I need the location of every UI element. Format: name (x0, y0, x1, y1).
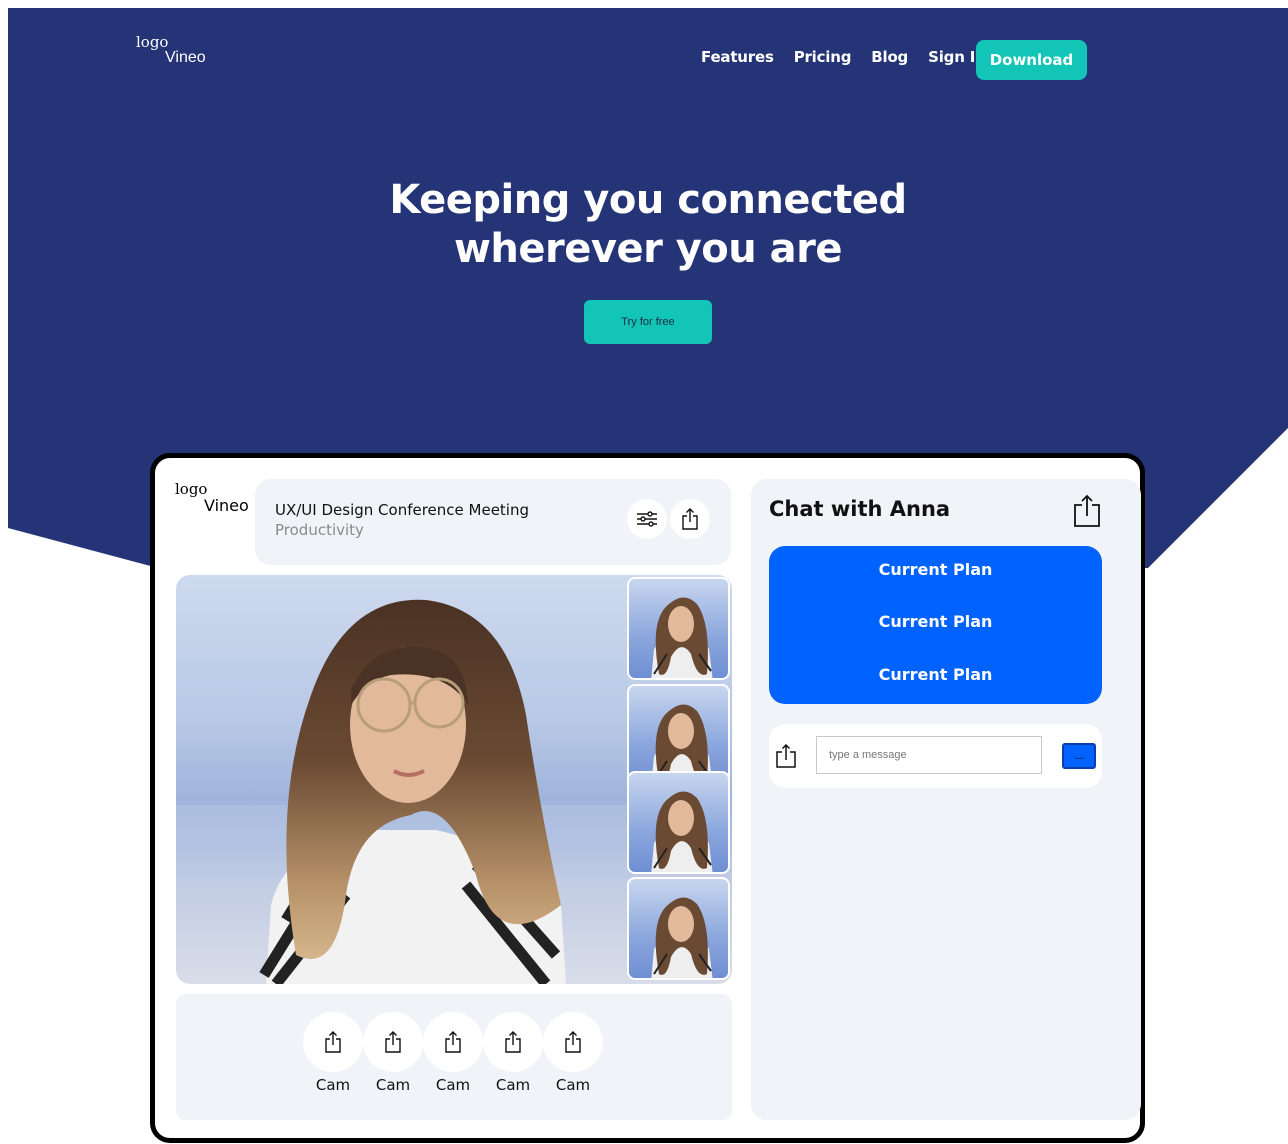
cam-label: Cam (555, 1076, 591, 1094)
main-nav: Features Pricing Blog Sign In (701, 48, 986, 66)
cam-label: Cam (495, 1076, 531, 1094)
plan-item[interactable]: Current Plan (769, 665, 1102, 684)
thumbnail-person (651, 791, 713, 872)
cam-button[interactable] (303, 1012, 363, 1072)
meeting-header: UX/UI Design Conference Meeting Producti… (255, 479, 731, 565)
brand-name: Vineo (165, 49, 206, 66)
share-icon (385, 1031, 401, 1053)
meeting-title: UX/UI Design Conference Meeting (275, 501, 529, 519)
cam-label: Cam (435, 1076, 471, 1094)
app-logo-word: logo (175, 480, 208, 498)
cam-button[interactable] (543, 1012, 603, 1072)
cam-label: Cam (375, 1076, 411, 1094)
send-button[interactable]: ⌴ (1062, 743, 1096, 769)
camera-controls: Cam Cam Cam Cam Cam (176, 994, 732, 1120)
message-input[interactable] (816, 736, 1042, 774)
app-logo[interactable]: logo Vineo (175, 480, 255, 520)
message-bar: ⌴ (769, 724, 1102, 788)
share-icon (325, 1031, 341, 1053)
cam-button[interactable] (423, 1012, 483, 1072)
chat-title: Chat with Anna (769, 497, 951, 521)
share-icon (565, 1031, 581, 1053)
cam-item-5[interactable]: Cam (543, 1012, 603, 1094)
thumbnail-video-1[interactable] (627, 577, 730, 680)
download-button[interactable]: Download (976, 40, 1087, 80)
share-icon (445, 1031, 461, 1053)
nav-link-pricing[interactable]: Pricing (794, 48, 852, 66)
sliders-icon (637, 511, 657, 527)
try-for-free-button[interactable]: Try for free (584, 300, 712, 344)
main-video[interactable] (176, 575, 732, 984)
logo-word: logo (136, 33, 169, 51)
cam-item-4[interactable]: Cam (483, 1012, 543, 1094)
app-preview-frame: logo Vineo UX/UI Design Conference Meeti… (150, 453, 1145, 1143)
share-icon (505, 1031, 521, 1053)
cam-label: Cam (315, 1076, 351, 1094)
share-icon[interactable] (775, 744, 797, 768)
participant-video (176, 599, 626, 984)
thumbnail-video-4[interactable] (627, 877, 730, 980)
cam-item-2[interactable]: Cam (363, 1012, 423, 1094)
chat-panel: Chat with Anna Current Plan Current Plan… (751, 479, 1141, 1120)
app-brand-name: Vineo (204, 496, 249, 515)
cam-item-3[interactable]: Cam (423, 1012, 483, 1094)
plan-item[interactable]: Current Plan (769, 612, 1102, 631)
share-icon[interactable] (1072, 494, 1102, 528)
plan-item[interactable]: Current Plan (769, 560, 1102, 579)
nav-logo[interactable]: logo Vineo (136, 33, 226, 73)
cam-item-1[interactable]: Cam (303, 1012, 363, 1094)
cam-button[interactable] (363, 1012, 423, 1072)
cam-button[interactable] (483, 1012, 543, 1072)
thumbnail-video-3[interactable] (627, 771, 730, 874)
hero-title-line-2: wherever you are (453, 226, 843, 272)
share-button[interactable] (670, 499, 710, 539)
plan-list: Current Plan Current Plan Current Plan (769, 546, 1102, 704)
hero-title-line-1: Keeping you connected (389, 177, 907, 223)
thumbnail-person (651, 597, 713, 678)
nav-link-features[interactable]: Features (701, 48, 774, 66)
share-icon (682, 508, 698, 530)
thumbnail-person (651, 897, 713, 978)
settings-button[interactable] (627, 499, 667, 539)
nav-link-blog[interactable]: Blog (871, 48, 908, 66)
meeting-category: Productivity (275, 521, 364, 539)
hero-title: Keeping you connected wherever you are (344, 176, 952, 274)
